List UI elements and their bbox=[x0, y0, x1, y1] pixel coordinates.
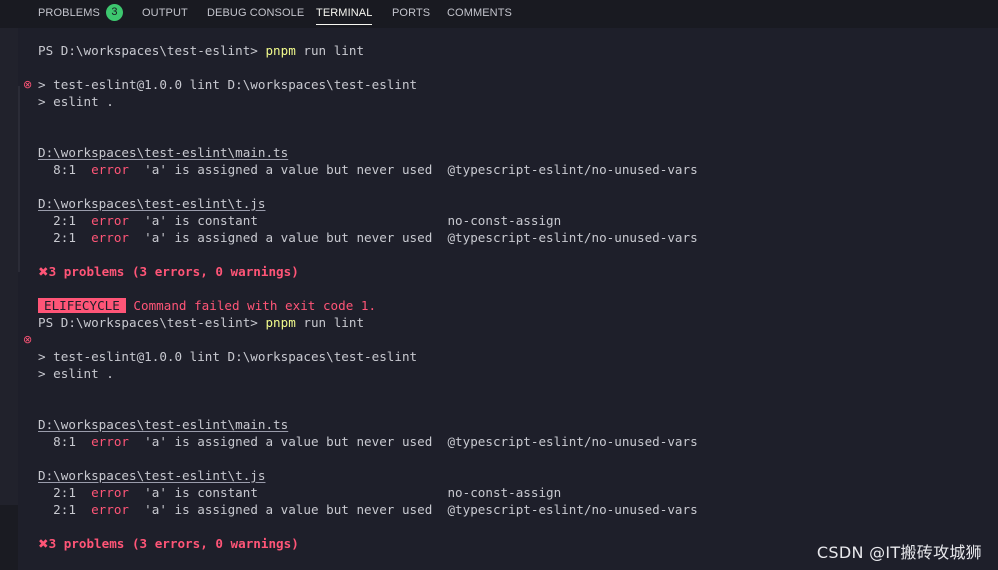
summary-text: 3 problems (3 errors, 0 warnings) bbox=[48, 536, 299, 551]
lint-row: 2:1 error 'a' is assigned a value but ne… bbox=[38, 501, 698, 518]
problems-summary: ✖3 problems (3 errors, 0 warnings) bbox=[38, 263, 299, 280]
file-path-main[interactable]: D:\workspaces\test-eslint\main.ts bbox=[38, 417, 288, 432]
lint-row: 2:1 error 'a' is constant no-const-assig… bbox=[38, 484, 561, 501]
lint-level: error bbox=[91, 230, 129, 245]
command-args: run lint bbox=[295, 43, 365, 58]
lint-message: 'a' is constant bbox=[129, 485, 448, 500]
lint-position: 2:1 bbox=[38, 485, 92, 500]
lint-row: 8:1 error 'a' is assigned a value but ne… bbox=[38, 433, 698, 450]
lint-level: error bbox=[91, 213, 129, 228]
eslint-line: > eslint . bbox=[38, 94, 114, 109]
tab-output[interactable]: OUTPUT bbox=[142, 0, 188, 28]
tab-comments-label: COMMENTS bbox=[447, 7, 512, 19]
lifecycle-message: Command failed with exit code 1. bbox=[125, 298, 377, 313]
lint-rule: @typescript-eslint/no-unused-vars bbox=[447, 162, 698, 177]
tab-problems[interactable]: PROBLEMS 3 bbox=[38, 0, 123, 28]
terminal-output[interactable]: PS D:\workspaces\test-eslint> pnpm run l… bbox=[18, 28, 998, 570]
lint-position: 2:1 bbox=[38, 230, 92, 245]
x-mark-icon: ✖ bbox=[38, 264, 49, 279]
command-bin: pnpm bbox=[265, 43, 296, 58]
lint-rule: @typescript-eslint/no-unused-vars bbox=[447, 230, 698, 245]
tab-debug-console-label: DEBUG CONSOLE bbox=[207, 7, 305, 19]
file-path-t[interactable]: D:\workspaces\test-eslint\t.js bbox=[38, 196, 265, 211]
problems-summary: ✖3 problems (3 errors, 0 warnings) bbox=[38, 535, 299, 552]
lint-level: error bbox=[91, 485, 129, 500]
lint-rule: @typescript-eslint/no-unused-vars bbox=[447, 502, 698, 517]
elifecycle-badge: ELIFECYCLE bbox=[38, 298, 126, 313]
editor-edge-lower bbox=[0, 505, 18, 570]
lint-level: error bbox=[91, 162, 129, 177]
lint-position: 8:1 bbox=[38, 434, 92, 449]
lint-position: 8:1 bbox=[38, 162, 92, 177]
lint-position: 2:1 bbox=[38, 213, 92, 228]
prompt: PS D:\workspaces\test-eslint> bbox=[38, 315, 266, 330]
lint-rule: @typescript-eslint/no-unused-vars bbox=[447, 434, 698, 449]
lint-message: 'a' is assigned a value but never used bbox=[129, 162, 448, 177]
lint-rule: no-const-assign bbox=[447, 485, 562, 500]
command-decoration-line bbox=[18, 86, 20, 272]
command-args: run lint bbox=[295, 315, 365, 330]
tab-terminal[interactable]: TERMINAL bbox=[316, 0, 373, 28]
prompt: PS D:\workspaces\test-eslint> bbox=[38, 43, 266, 58]
editor-edge bbox=[0, 0, 18, 570]
file-path-link: D:\workspaces\test-eslint\main.ts bbox=[38, 144, 288, 161]
lint-row: 8:1 error 'a' is assigned a value but ne… bbox=[38, 161, 698, 178]
lint-level: error bbox=[91, 434, 129, 449]
problems-count-badge: 3 bbox=[105, 3, 123, 21]
eslint-line: > eslint . bbox=[38, 366, 114, 381]
lint-row: 2:1 error 'a' is assigned a value but ne… bbox=[38, 229, 698, 246]
terminal-prompt-line: PS D:\workspaces\test-eslint> pnpm run l… bbox=[38, 42, 364, 59]
tab-comments[interactable]: COMMENTS bbox=[447, 0, 512, 28]
watermark: CSDN @IT搬砖攻城狮 bbox=[816, 543, 982, 562]
file-path-link: D:\workspaces\test-eslint\t.js bbox=[38, 467, 265, 484]
tab-problems-label: PROBLEMS bbox=[38, 7, 100, 19]
file-path-t[interactable]: D:\workspaces\test-eslint\t.js bbox=[38, 468, 265, 483]
file-path-link: D:\workspaces\test-eslint\main.ts bbox=[38, 416, 288, 433]
panel-tab-bar: PROBLEMS 3 OUTPUT DEBUG CONSOLE TERMINAL … bbox=[0, 0, 998, 28]
tab-ports-label: PORTS bbox=[392, 7, 431, 19]
x-mark-icon: ✖ bbox=[38, 536, 49, 551]
lint-row: 2:1 error 'a' is constant no-const-assig… bbox=[38, 212, 561, 229]
tab-terminal-label: TERMINAL bbox=[316, 7, 373, 19]
lint-message: 'a' is assigned a value but never used bbox=[129, 230, 448, 245]
lint-message: 'a' is constant bbox=[129, 213, 448, 228]
tab-debug-console[interactable]: DEBUG CONSOLE bbox=[207, 0, 304, 28]
error-circle-icon[interactable]: ⊗ bbox=[23, 334, 35, 346]
tab-output-label: OUTPUT bbox=[142, 7, 188, 19]
lint-message: 'a' is assigned a value but never used bbox=[129, 434, 448, 449]
lint-level: error bbox=[91, 502, 129, 517]
error-circle-icon[interactable]: ⊗ bbox=[23, 79, 35, 91]
lint-message: 'a' is assigned a value but never used bbox=[129, 502, 448, 517]
lifecycle-line: ELIFECYCLE Command failed with exit code… bbox=[38, 297, 376, 314]
tab-ports[interactable]: PORTS bbox=[392, 0, 430, 28]
lint-position: 2:1 bbox=[38, 502, 92, 517]
terminal-prompt-line: PS D:\workspaces\test-eslint> pnpm run l… bbox=[38, 314, 364, 331]
script-line: > test-eslint@1.0.0 lint D:\workspaces\t… bbox=[38, 77, 418, 92]
file-path-main[interactable]: D:\workspaces\test-eslint\main.ts bbox=[38, 145, 288, 160]
file-path-link: D:\workspaces\test-eslint\t.js bbox=[38, 195, 265, 212]
command-bin: pnpm bbox=[265, 315, 296, 330]
script-line: > test-eslint@1.0.0 lint D:\workspaces\t… bbox=[38, 349, 418, 364]
lint-rule: no-const-assign bbox=[447, 213, 562, 228]
summary-text: 3 problems (3 errors, 0 warnings) bbox=[48, 264, 299, 279]
